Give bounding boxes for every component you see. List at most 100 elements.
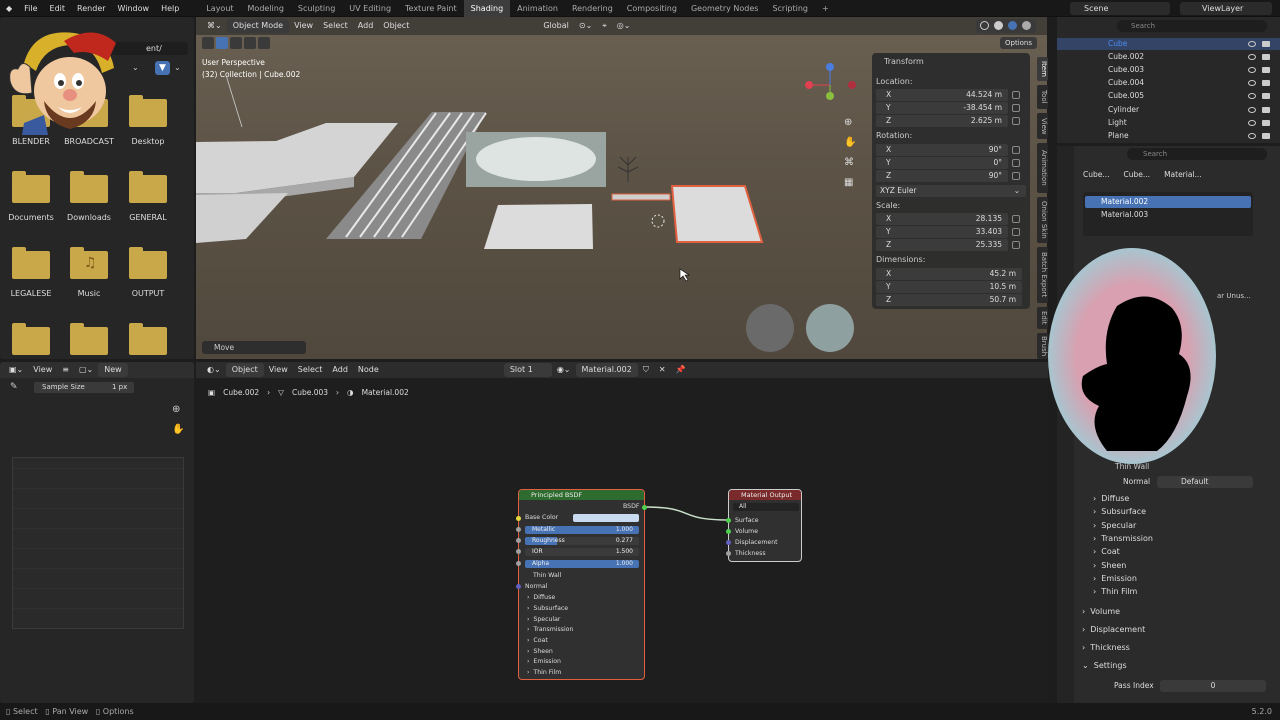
socket[interactable] [516, 527, 521, 532]
outliner-search[interactable]: Search [1117, 20, 1267, 32]
tab-item[interactable]: Item [1037, 57, 1048, 81]
subpanel-transmission[interactable]: › Transmission [1093, 534, 1153, 543]
panel-thin-film[interactable]: › Thin Film [527, 669, 561, 676]
outliner-item-light[interactable]: Light [1108, 117, 1127, 129]
panel-diffuse[interactable]: › Diffuse [527, 594, 555, 601]
folder-documents-icon[interactable] [12, 171, 50, 203]
subpanel-coat[interactable]: › Coat [1093, 547, 1120, 556]
lock-icon[interactable] [1012, 215, 1020, 223]
tab-geometry-nodes[interactable]: Geometry Nodes [684, 0, 765, 17]
pass-index-field[interactable]: 0 [1160, 680, 1266, 692]
socket[interactable] [516, 584, 521, 589]
folder-downloads-icon[interactable] [70, 171, 108, 203]
lock-icon[interactable] [1012, 172, 1020, 180]
folder-image-icon[interactable] [12, 323, 50, 355]
section-thickness[interactable]: › Thickness [1082, 643, 1130, 652]
eye-icon[interactable] [1248, 41, 1256, 47]
zoom-icon[interactable]: ⊕ [844, 117, 852, 128]
view-layer-selector[interactable]: ViewLayer [1180, 2, 1272, 15]
outliner-item-cube-004[interactable]: Cube.004 [1108, 77, 1144, 89]
tab-onion-skin[interactable]: Onion Skin [1037, 197, 1048, 243]
hand-icon[interactable]: ✋ [844, 137, 856, 148]
tab-shading[interactable]: Shading [463, 0, 511, 17]
camera-icon[interactable]: ⌘ [844, 157, 854, 168]
subpanel-diffuse[interactable]: › Diffuse [1093, 494, 1129, 503]
eye-icon[interactable] [1248, 93, 1256, 99]
socket[interactable] [726, 551, 731, 556]
tab-layout[interactable]: Layout [199, 0, 240, 17]
sample-size-field[interactable]: Sample Size 1 px [34, 382, 134, 393]
dimension-y-field[interactable]: Y 10.5 m [876, 281, 1022, 293]
panel-coat[interactable]: › Coat [527, 637, 548, 644]
filter-options-icon[interactable]: ⌄ [174, 61, 188, 75]
socket[interactable] [726, 529, 731, 534]
camera-icon[interactable] [1262, 120, 1270, 126]
subpanel-sheen[interactable]: › Sheen [1093, 561, 1126, 570]
camera-icon[interactable] [1262, 54, 1270, 60]
tab-scripting[interactable]: Scripting [765, 0, 815, 17]
eye-icon[interactable] [1248, 133, 1256, 139]
shader-editor[interactable]: ◐⌄ Object View Select Add Node Slot 1 ◉⌄… [196, 362, 1048, 703]
eye-icon[interactable] [1248, 107, 1256, 113]
eyedropper-icon[interactable]: ✎ [10, 382, 18, 392]
socket[interactable] [516, 561, 521, 566]
section-volume[interactable]: › Volume [1082, 607, 1120, 616]
image-canvas[interactable] [12, 457, 184, 629]
rotation-x-field[interactable]: X 90° [876, 144, 1008, 156]
camera-icon[interactable] [1262, 80, 1270, 86]
outliner-item-cube-003[interactable]: Cube.003 [1108, 64, 1144, 76]
menu-edit[interactable]: Edit [44, 4, 72, 13]
location-z-field[interactable]: Z 2.625 m [876, 115, 1008, 127]
grid-icon[interactable]: ▦ [844, 177, 853, 188]
menu-help[interactable]: Help [155, 4, 185, 13]
menu-window[interactable]: Window [112, 4, 156, 13]
base-color-swatch[interactable] [573, 514, 639, 522]
panel-subsurface[interactable]: › Subsurface [527, 605, 568, 612]
material-output-node[interactable]: Material Output All Surface Volume Displ… [728, 489, 802, 562]
outliner-item-cylinder[interactable]: Cylinder [1108, 104, 1139, 116]
eye-icon[interactable] [1248, 80, 1256, 86]
rotation-mode-dropdown[interactable]: XYZ Euler ⌄ [876, 185, 1026, 197]
panel-sheen[interactable]: › Sheen [527, 648, 553, 655]
eye-icon[interactable] [1248, 54, 1256, 60]
socket[interactable] [726, 518, 731, 523]
tab-view[interactable]: View [1037, 113, 1048, 139]
tab-uv-editing[interactable]: UV Editing [342, 0, 398, 17]
outliner-item-cube-002[interactable]: Cube.002 [1108, 51, 1144, 63]
subpanel-subsurface[interactable]: › Subsurface [1093, 507, 1146, 516]
last-operator-panel[interactable]: Move [202, 341, 306, 354]
rotation-y-field[interactable]: Y 0° [876, 157, 1008, 169]
subpanel-emission[interactable]: › Emission [1093, 574, 1137, 583]
dimension-x-field[interactable]: X 45.2 m [876, 268, 1022, 280]
target-dropdown[interactable]: All [733, 503, 799, 511]
properties-search[interactable]: Search [1127, 148, 1267, 160]
hand-icon[interactable]: ✋ [172, 424, 184, 435]
lock-icon[interactable] [1012, 117, 1020, 125]
subpanel-specular[interactable]: › Specular [1093, 521, 1136, 530]
folder-icon[interactable] [129, 323, 167, 355]
tab-compositing[interactable]: Compositing [620, 0, 684, 17]
tab-modeling[interactable]: Modeling [241, 0, 291, 17]
normal-dropdown[interactable]: Default [1157, 476, 1253, 488]
folder-icon[interactable] [70, 323, 108, 355]
panel-transmission[interactable]: › Transmission [527, 626, 573, 633]
alpha-slider[interactable]: Alpha 1.000 [525, 560, 639, 568]
camera-icon[interactable] [1262, 133, 1270, 139]
lock-icon[interactable] [1012, 146, 1020, 154]
subpanel-thin-film[interactable]: › Thin Film [1093, 587, 1137, 596]
socket[interactable] [516, 516, 521, 521]
filter-icon[interactable]: ▼ [155, 61, 170, 75]
folder-output-icon[interactable] [129, 247, 167, 279]
location-y-field[interactable]: Y -38.454 m [876, 102, 1008, 114]
camera-icon[interactable] [1262, 107, 1270, 113]
menu-render[interactable]: Render [71, 4, 111, 13]
principled-bsdf-node[interactable]: Principled BSDF BSDF Base Color Metallic… [518, 489, 645, 680]
scale-y-field[interactable]: Y 33.403 [876, 226, 1008, 238]
tab-tool[interactable]: Tool [1037, 85, 1048, 109]
view-menu[interactable]: View [28, 363, 57, 377]
editor-type-icon[interactable]: ▣⌄ [4, 363, 28, 377]
camera-icon[interactable] [1262, 67, 1270, 73]
tab-animation[interactable]: Animation [1037, 143, 1048, 193]
lock-icon[interactable] [1012, 228, 1020, 236]
scale-z-field[interactable]: Z 25.335 [876, 239, 1008, 251]
